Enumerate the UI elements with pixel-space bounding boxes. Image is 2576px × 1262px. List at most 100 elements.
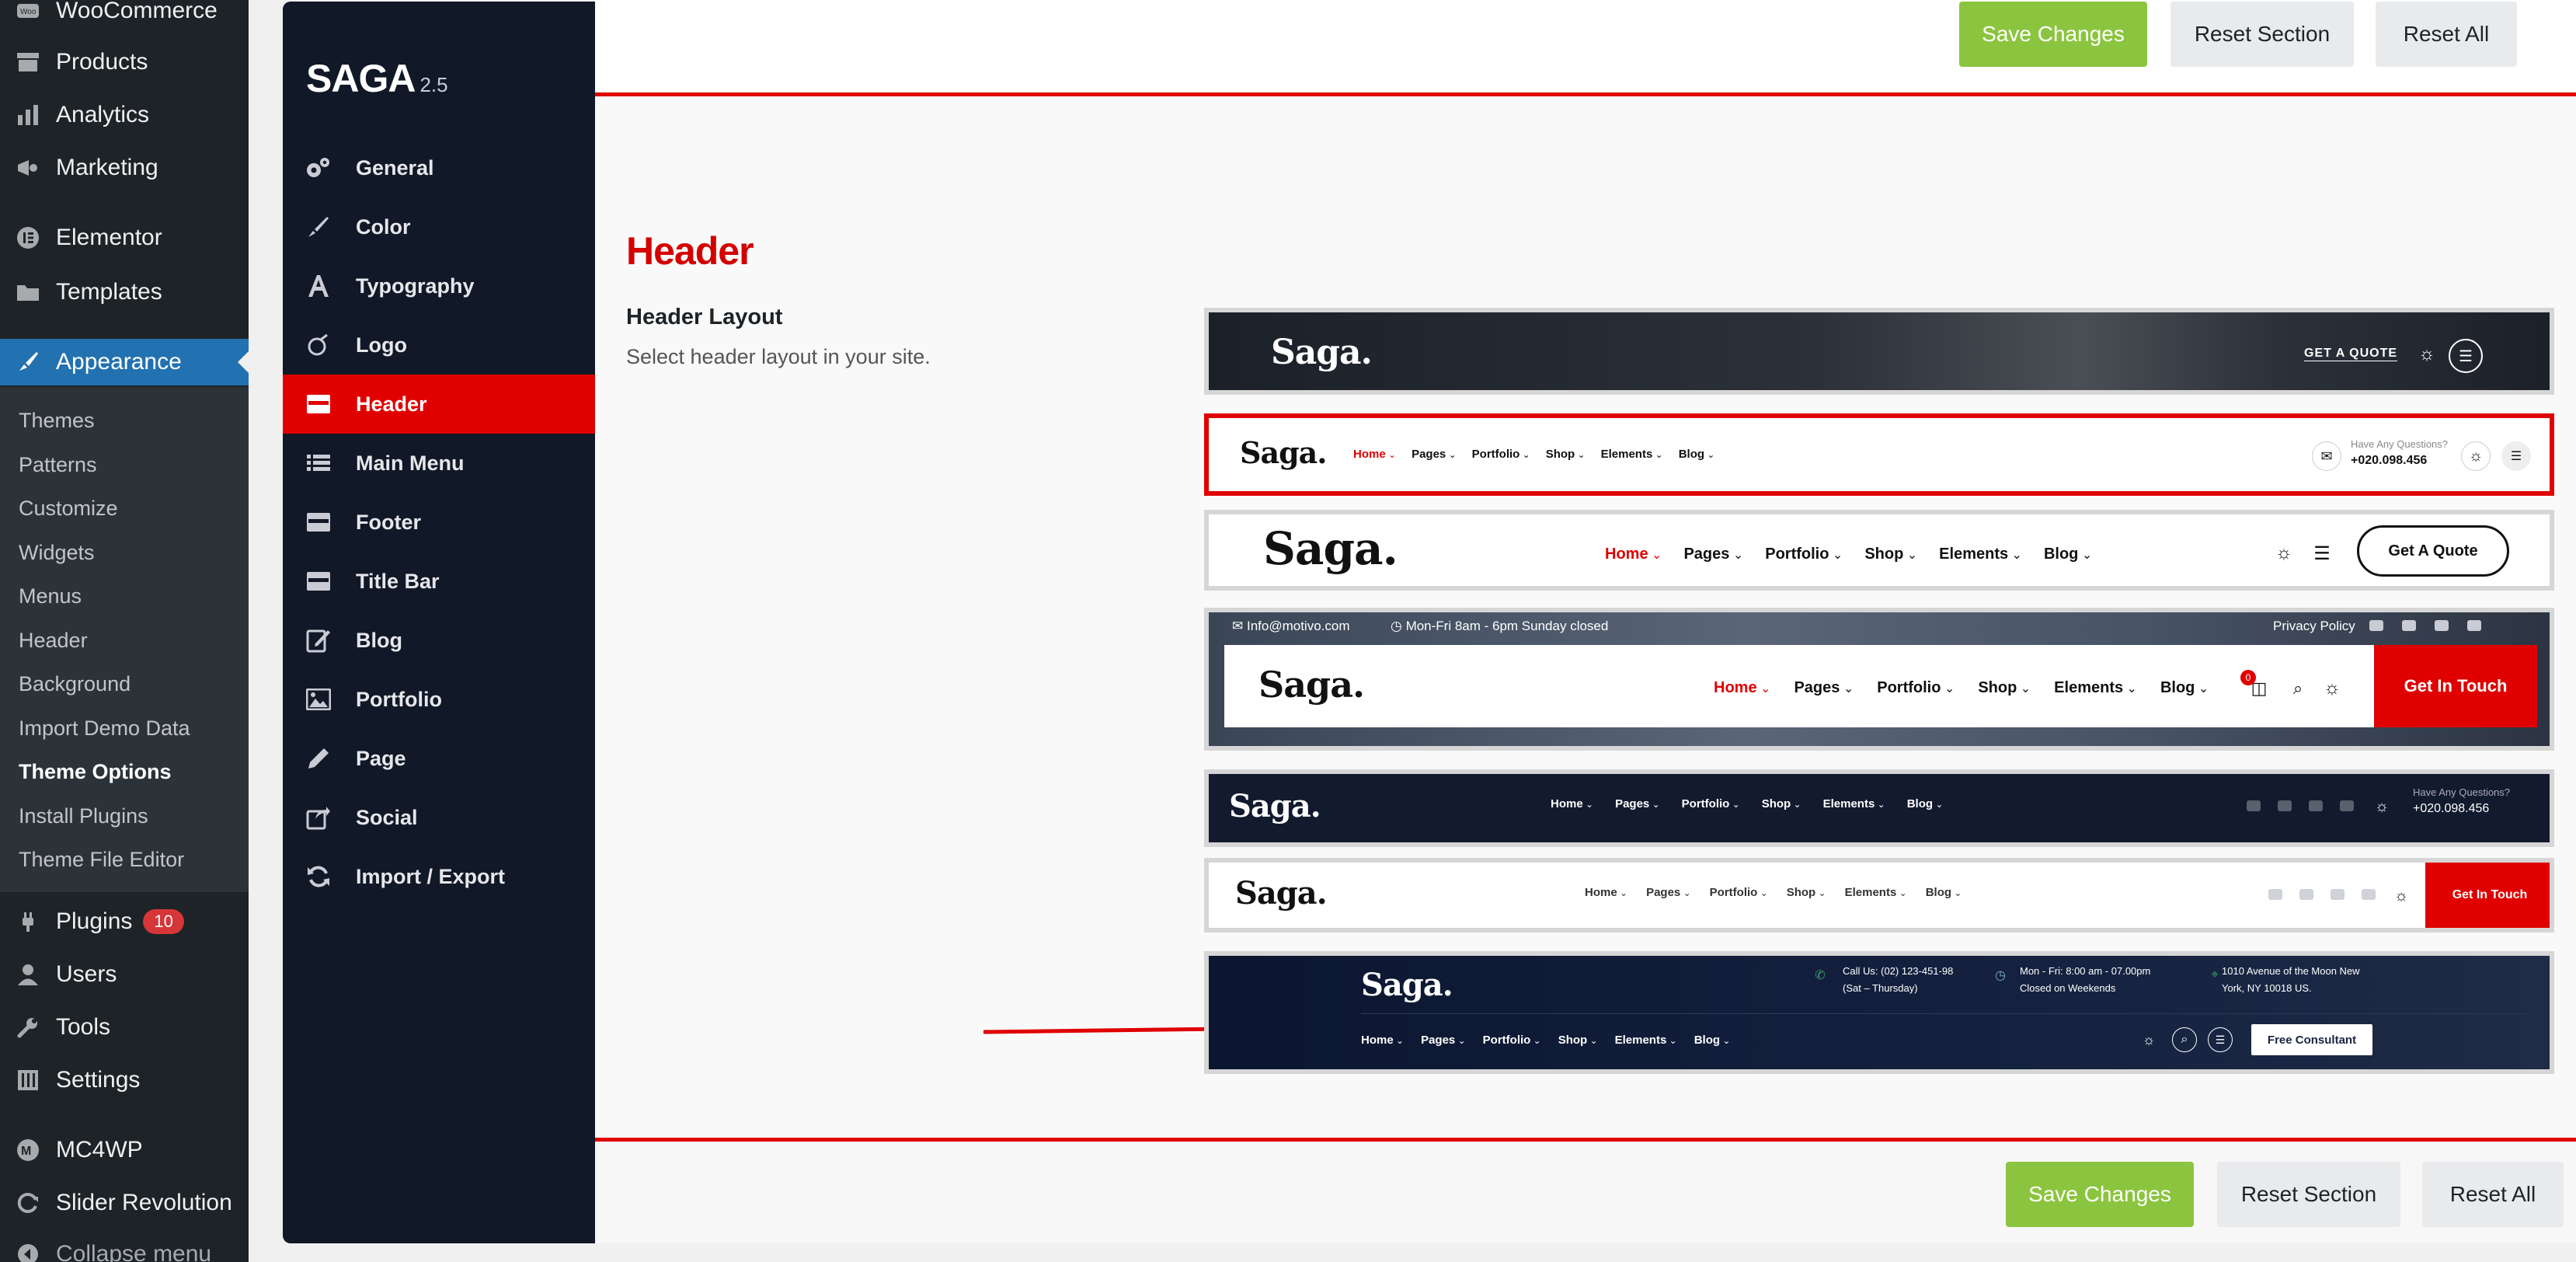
refresh-icon — [303, 861, 334, 892]
header-layout-option-7[interactable]: Saga. ✆ Call Us: (02) 123-451-98 (Sat – … — [1204, 951, 2554, 1074]
submenu-themes[interactable]: Themes — [19, 409, 95, 433]
menu-collapse[interactable]: Collapse menu — [0, 1231, 249, 1262]
header-layout-option-1[interactable]: Saga. GET A QUOTE ☼ ☰ — [1204, 308, 2554, 395]
menu-tools[interactable]: Tools — [0, 1004, 249, 1051]
tab-typography[interactable]: Typography — [283, 256, 595, 316]
header-layout-option-6[interactable]: Saga. HomePagesPortfolioShopElementsBlog… — [1204, 858, 2554, 933]
header-layout-option-5[interactable]: Saga. HomePagesPortfolioShopElementsBlog… — [1204, 769, 2554, 847]
menu-slider-revolution[interactable]: Slider Revolution — [0, 1180, 249, 1226]
gears-icon — [303, 152, 334, 183]
menu-templates[interactable]: Templates — [0, 269, 249, 316]
menu-analytics[interactable]: Analytics — [0, 92, 249, 138]
sun-icon: ☼ — [2324, 678, 2341, 699]
submenu-header[interactable]: Header — [19, 629, 88, 653]
preview-logo: Saga. — [1229, 788, 1321, 824]
tab-social[interactable]: Social — [283, 788, 595, 847]
menu-label: Tools — [56, 1014, 111, 1040]
submenu-customize[interactable]: Customize — [19, 497, 118, 521]
instagram-icon — [2467, 620, 2481, 631]
menu-elementor[interactable]: Elementor — [0, 214, 249, 261]
hours-info: ◷ Mon-Fri 8am - 6pm Sunday closed — [1391, 619, 1609, 633]
tab-footer[interactable]: Footer — [283, 493, 595, 552]
logo-icon — [303, 329, 334, 361]
wrench-icon — [14, 1013, 42, 1041]
menu-label: Users — [56, 961, 117, 987]
tab-main-menu[interactable]: Main Menu — [283, 434, 595, 493]
header-layout-option-4[interactable]: ✉ Info@motivo.com ◷ Mon-Fri 8am - 6pm Su… — [1204, 608, 2554, 751]
menu-icon: ☰ — [2501, 441, 2531, 471]
header-layout-option-2[interactable]: Saga. HomePagesPortfolioShopElementsBlog… — [1204, 413, 2554, 496]
address-line-2: York, NY 10018 US. — [2222, 982, 2312, 994]
menu-mc4wp[interactable]: M MC4WP — [0, 1127, 249, 1173]
menu-products[interactable]: Products — [0, 39, 249, 85]
divider — [1361, 1013, 2526, 1014]
reset-all-button[interactable]: Reset All — [2376, 2, 2517, 67]
bottom-action-bar: Save Changes Reset Section Reset All — [595, 1138, 2576, 1243]
tab-blog[interactable]: Blog — [283, 611, 595, 670]
tab-label: Main Menu — [356, 451, 465, 475]
image-icon — [303, 684, 334, 715]
submenu-theme-options[interactable]: Theme Options — [19, 760, 172, 784]
save-changes-button[interactable]: Save Changes — [2006, 1162, 2194, 1227]
tab-label: Logo — [356, 333, 407, 357]
menu-label: Analytics — [56, 102, 150, 127]
preview-logo: Saga. — [1240, 435, 1327, 470]
refresh-icon — [14, 1189, 42, 1217]
wp-admin-menu: Woo WooCommerce Products Analytics Marke… — [0, 0, 249, 1262]
search-icon: ⌕ — [2292, 678, 2303, 698]
sun-icon: ☼ — [2275, 542, 2292, 563]
sun-icon: ☼ — [2374, 797, 2390, 815]
folder-icon — [14, 278, 42, 306]
brand-name: SAGA — [306, 57, 416, 100]
menu-marketing[interactable]: Marketing — [0, 145, 249, 191]
menu-plugins[interactable]: Plugins 10 — [0, 898, 249, 945]
save-changes-button[interactable]: Save Changes — [1959, 2, 2147, 67]
search-icon: ⌕ — [2172, 1027, 2197, 1052]
menu-label: Plugins — [56, 908, 133, 934]
menu-settings[interactable]: Settings — [0, 1057, 249, 1103]
tab-label: Import / Export — [356, 864, 506, 888]
submenu-menus[interactable]: Menus — [19, 584, 82, 608]
address-line-1: 1010 Avenue of the Moon New — [2222, 965, 2360, 977]
menu-users[interactable]: Users — [0, 951, 249, 998]
svg-text:M: M — [21, 1145, 31, 1158]
tab-general[interactable]: General — [283, 138, 595, 197]
phone-number: +020.098.456 — [2413, 802, 2490, 815]
edit-icon — [303, 625, 334, 656]
instagram-icon — [2362, 889, 2376, 900]
youtube-icon — [2435, 620, 2449, 631]
tab-portfolio[interactable]: Portfolio — [283, 670, 595, 729]
menu-appearance[interactable]: Appearance — [0, 339, 249, 385]
submenu-install-plugins[interactable]: Install Plugins — [19, 804, 148, 828]
menu-woocommerce[interactable]: Woo WooCommerce — [0, 0, 249, 34]
header-layout-option-3[interactable]: Saga. HomePagesPortfolioShopElementsBlog… — [1204, 510, 2554, 591]
submenu-background[interactable]: Background — [19, 672, 131, 696]
reset-section-button[interactable]: Reset Section — [2217, 1162, 2400, 1227]
youtube-icon — [2331, 889, 2345, 900]
submenu-widgets[interactable]: Widgets — [19, 541, 95, 565]
cart-count-badge: 0 — [2240, 670, 2256, 685]
preview-logo: Saga. — [1235, 875, 1328, 912]
submenu-patterns[interactable]: Patterns — [19, 453, 97, 477]
tab-label: Page — [356, 746, 406, 770]
tab-page[interactable]: Page — [283, 729, 595, 788]
footer-icon — [303, 507, 334, 538]
field-description: Select header layout in your site. — [626, 345, 931, 368]
tab-import-export[interactable]: Import / Export — [283, 847, 595, 906]
preview-nav: HomePagesPortfolioShopElementsBlog — [1353, 448, 1714, 461]
privacy-policy-link: Privacy Policy — [2273, 619, 2355, 633]
submenu-import-demo-data[interactable]: Import Demo Data — [19, 716, 190, 741]
tab-color[interactable]: Color — [283, 197, 595, 256]
tab-header[interactable]: Header — [283, 375, 595, 434]
facebook-icon — [2369, 620, 2383, 631]
tab-label: Color — [356, 214, 411, 239]
submenu-theme-file-editor[interactable]: Theme File Editor — [19, 848, 184, 872]
tab-logo[interactable]: Logo — [283, 316, 595, 375]
panel-brand: SAGA 2.5 — [306, 56, 448, 101]
reset-all-button[interactable]: Reset All — [2422, 1162, 2564, 1227]
plug-icon — [14, 908, 42, 936]
tab-title-bar[interactable]: Title Bar — [283, 552, 595, 611]
field-title: Header Layout — [626, 305, 783, 329]
titlebar-icon — [303, 566, 334, 597]
reset-section-button[interactable]: Reset Section — [2170, 2, 2354, 67]
